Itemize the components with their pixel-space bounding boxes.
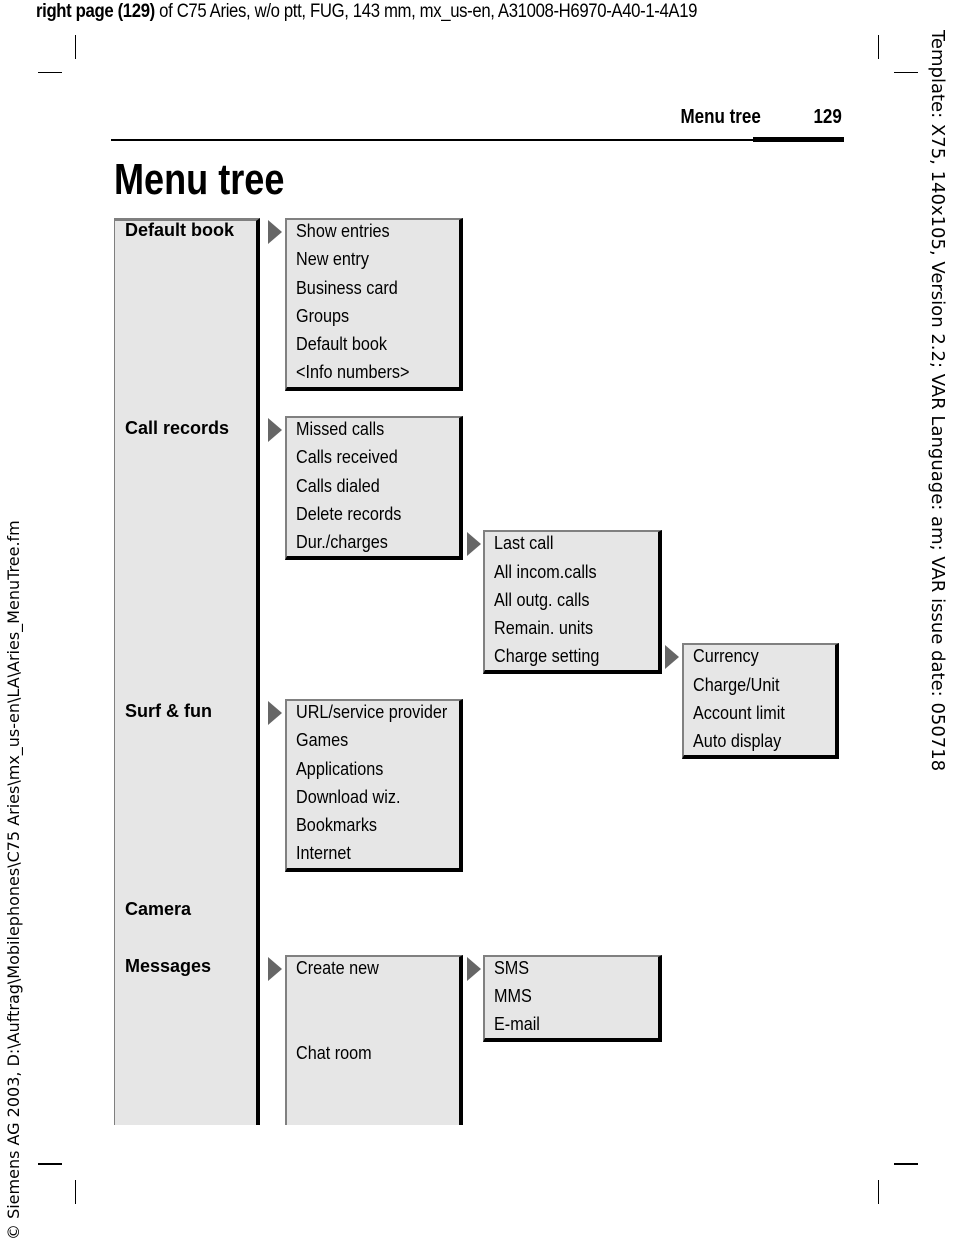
submenu-arrow-icon xyxy=(467,957,481,981)
print-header-bold: right page (129) xyxy=(36,1,155,22)
submenu-item[interactable]: Dur./charges xyxy=(296,532,388,553)
crop-mark xyxy=(75,1180,76,1204)
submenu-item[interactable]: Default book xyxy=(296,334,387,355)
side-file-path: © Siemens AG 2003, D:\Auftrag\Mobilephon… xyxy=(4,520,23,1240)
submenu-item[interactable]: Missed calls xyxy=(296,419,384,440)
running-head: Menu tree 129 xyxy=(681,106,842,129)
header-rule-accent xyxy=(753,137,844,142)
submenu-item[interactable]: URL/service provider xyxy=(296,702,447,723)
submenu-item[interactable]: Business card xyxy=(296,278,398,299)
submenu-item[interactable]: Create new xyxy=(296,958,379,979)
submenu-charge-setting: Currency Charge/Unit Account limit Auto … xyxy=(682,643,839,759)
main-menu-column xyxy=(114,218,260,1125)
main-item-surf-fun[interactable]: Surf & fun xyxy=(125,701,212,722)
submenu-item[interactable]: Delete records xyxy=(296,504,401,525)
submenu-item[interactable]: Charge/Unit xyxy=(693,675,779,696)
submenu-item[interactable]: Internet xyxy=(296,843,351,864)
print-header: right page (129) of C75 Aries, w/o ptt, … xyxy=(36,1,697,23)
crop-mark xyxy=(38,72,62,73)
submenu-arrow-icon xyxy=(467,532,481,556)
submenu-item[interactable]: MMS xyxy=(494,986,532,1007)
submenu-arrow-icon xyxy=(665,645,679,669)
submenu-item[interactable]: Calls dialed xyxy=(296,476,380,497)
submenu-item[interactable]: New entry xyxy=(296,249,369,270)
crop-mark xyxy=(894,72,918,73)
submenu-arrow-icon xyxy=(268,957,282,981)
submenu-item[interactable]: Bookmarks xyxy=(296,815,377,836)
submenu-item[interactable]: <Info numbers> xyxy=(296,362,409,383)
header-rule xyxy=(111,139,844,141)
page-title: Menu tree xyxy=(114,155,285,204)
running-head-title: Menu tree xyxy=(680,106,761,128)
main-item-camera[interactable]: Camera xyxy=(125,899,191,920)
page-number: 129 xyxy=(813,106,842,128)
submenu-item[interactable]: Remain. units xyxy=(494,618,593,639)
main-item-call-records[interactable]: Call records xyxy=(125,418,229,439)
submenu-item[interactable]: E-mail xyxy=(494,1014,540,1035)
crop-mark xyxy=(878,1180,879,1204)
submenu-item[interactable]: All incom.calls xyxy=(494,562,597,583)
main-item-messages[interactable]: Messages xyxy=(125,956,211,977)
submenu-arrow-icon xyxy=(268,418,282,442)
submenu-item[interactable]: Show entries xyxy=(296,221,390,242)
submenu-item[interactable]: Charge setting xyxy=(494,646,599,667)
side-template-info: Template: X75, 140x105, Version 2.2; VAR… xyxy=(927,30,948,772)
crop-mark xyxy=(38,1163,62,1165)
submenu-item[interactable]: Download wiz. xyxy=(296,787,400,808)
submenu-item[interactable]: Games xyxy=(296,730,348,751)
main-item-default-book[interactable]: Default book xyxy=(125,220,234,241)
submenu-item[interactable]: Account limit xyxy=(693,703,785,724)
submenu-call-records: Missed calls Calls received Calls dialed… xyxy=(285,416,463,560)
submenu-item[interactable]: All outg. calls xyxy=(494,590,589,611)
submenu-item[interactable]: Groups xyxy=(296,306,349,327)
submenu-item[interactable]: Applications xyxy=(296,759,383,780)
submenu-arrow-icon xyxy=(268,220,282,244)
submenu-item[interactable]: Auto display xyxy=(693,731,781,752)
submenu-item[interactable]: Calls received xyxy=(296,447,398,468)
submenu-item[interactable]: Last call xyxy=(494,533,553,554)
print-header-rest: of C75 Aries, w/o ptt, FUG, 143 mm, mx_u… xyxy=(154,1,698,22)
crop-mark xyxy=(75,35,76,59)
submenu-default-book: Show entries New entry Business card Gro… xyxy=(285,218,463,391)
submenu-item[interactable]: Currency xyxy=(693,646,759,667)
submenu-surf-fun: URL/service provider Games Applications … xyxy=(285,699,463,872)
crop-mark xyxy=(894,1163,918,1165)
submenu-arrow-icon xyxy=(268,701,282,725)
submenu-create-new: SMS MMS E-mail xyxy=(483,955,662,1042)
crop-mark xyxy=(878,35,879,59)
submenu-messages: Create new Chat room xyxy=(285,955,463,1125)
submenu-dur-charges: Last call All incom.calls All outg. call… xyxy=(483,530,662,674)
submenu-item[interactable]: Chat room xyxy=(296,1043,372,1064)
submenu-item[interactable]: SMS xyxy=(494,958,529,979)
